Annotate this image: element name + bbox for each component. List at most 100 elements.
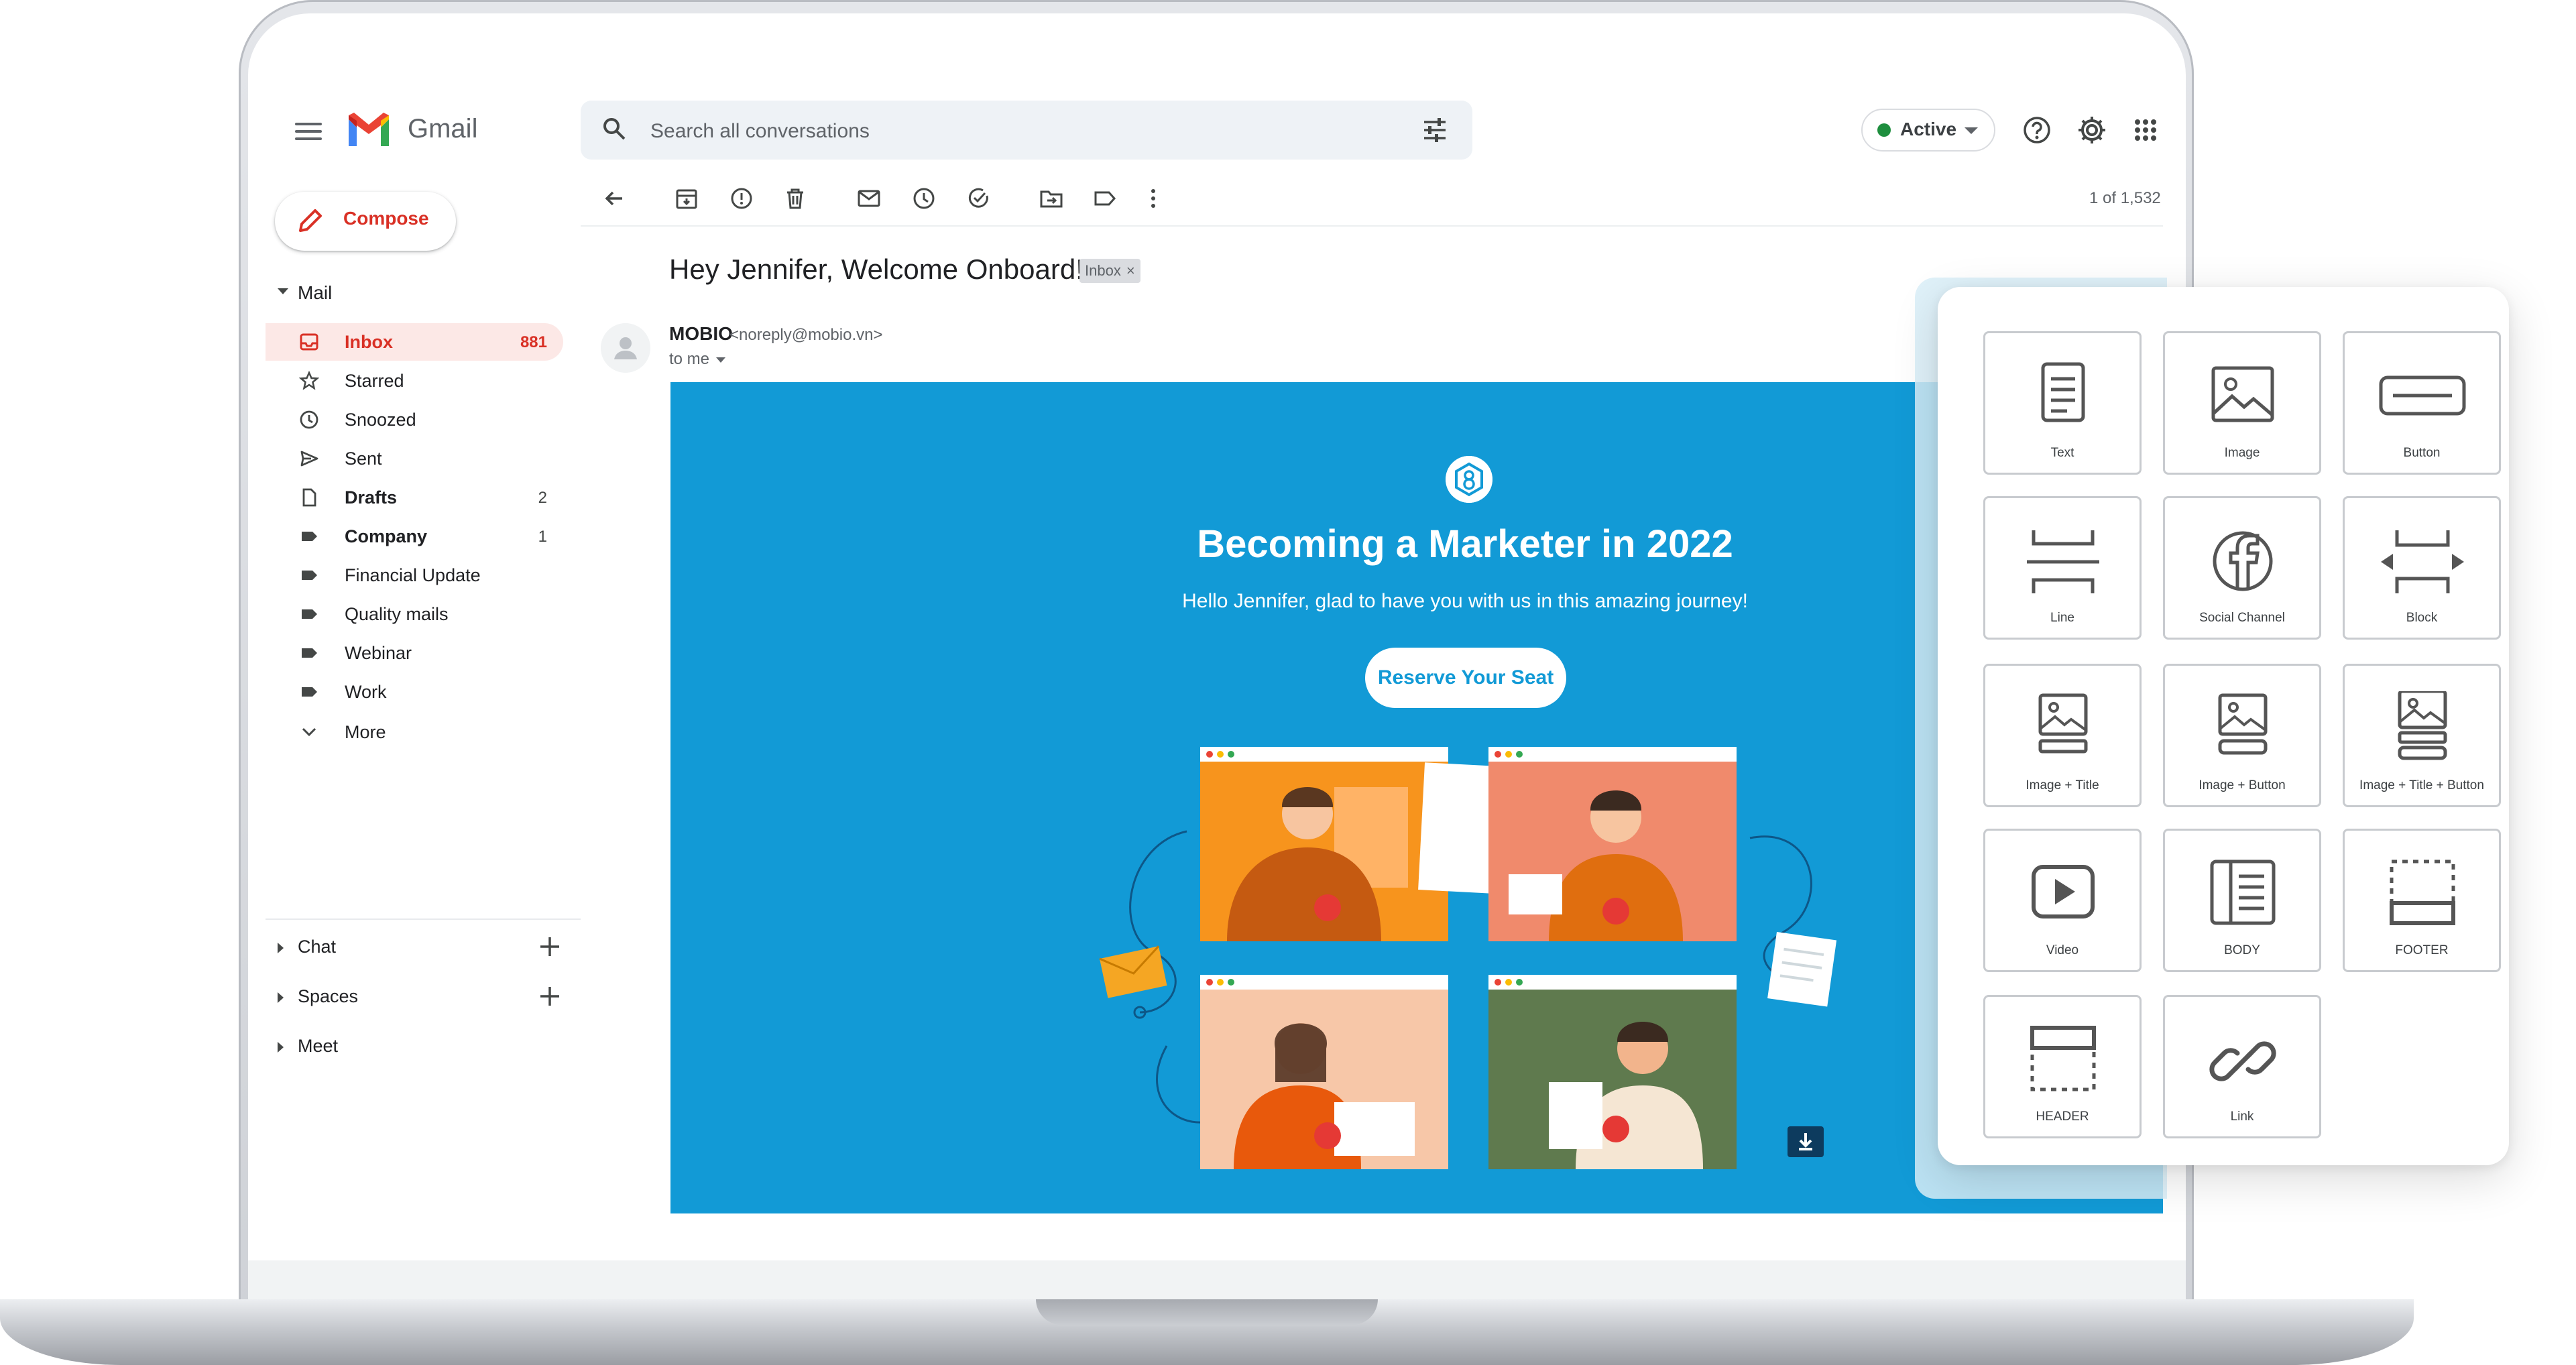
report-spam-icon[interactable]	[728, 185, 755, 212]
caret-down-icon	[1965, 127, 1978, 134]
label-icon	[302, 609, 317, 619]
sidebar-item-more[interactable]: More	[266, 713, 563, 751]
sidebar-item-label: More	[345, 722, 386, 742]
label-icon	[302, 687, 317, 697]
block-image-title[interactable]: Image + Title	[1983, 664, 2142, 807]
unread-count: 881	[520, 333, 547, 351]
block-footer[interactable]: FOOTER	[2343, 829, 2501, 972]
sidebar-item-snoozed[interactable]: Snoozed	[266, 401, 563, 438]
section-label: Meet	[298, 1036, 339, 1056]
sidebar-item-label: Sent	[345, 449, 382, 469]
add-task-icon[interactable]	[965, 185, 992, 212]
block-image-button[interactable]: Image + Button	[2163, 664, 2321, 807]
reserve-seat-button[interactable]: Reserve Your Seat	[1365, 648, 1566, 708]
caret-right-icon	[278, 992, 284, 1003]
help-icon[interactable]	[2022, 115, 2052, 145]
mark-unread-icon[interactable]	[856, 185, 882, 212]
caret-down-icon[interactable]	[278, 288, 288, 294]
search-options-icon[interactable]	[1420, 115, 1450, 145]
block-block[interactable]: Block	[2343, 496, 2501, 640]
sidebar-item-label: Snoozed	[345, 410, 416, 430]
block-label: Video	[2046, 943, 2079, 957]
block-image-title-button[interactable]: Image + Title + Button	[2343, 664, 2501, 807]
plus-icon[interactable]	[536, 933, 563, 960]
section-label: Chat	[298, 937, 337, 957]
section-label: Spaces	[298, 986, 359, 1006]
image-block-icon	[2211, 366, 2274, 422]
recipient-label: to me	[669, 350, 710, 368]
block-body[interactable]: BODY	[2163, 829, 2321, 972]
block-line[interactable]: Line	[1983, 496, 2142, 640]
plus-icon[interactable]	[536, 983, 563, 1010]
remove-label-icon[interactable]: ×	[1126, 262, 1135, 279]
block-label: Image	[2224, 446, 2260, 460]
label-icon	[302, 532, 317, 541]
block-image[interactable]: Image	[2163, 331, 2321, 475]
status-indicator	[1877, 123, 1891, 137]
pencil-icon	[299, 209, 322, 232]
block-text[interactable]: Text	[1983, 331, 2142, 475]
main-menu-icon[interactable]	[295, 119, 322, 141]
block-icon	[2381, 530, 2464, 593]
download-icon[interactable]	[1788, 1126, 1824, 1157]
sidebar-item-sent[interactable]: Sent	[266, 440, 563, 477]
label-outline-icon[interactable]	[1092, 185, 1118, 212]
sidebar-item-quality-mails[interactable]: Quality mails	[266, 595, 563, 633]
block-label: BODY	[2224, 943, 2260, 957]
block-link[interactable]: Link	[2163, 995, 2321, 1138]
more-vertical-icon[interactable]	[1140, 185, 1167, 212]
sidebar-item-label: Company	[345, 526, 428, 546]
sidebar-item-financial-update[interactable]: Financial Update	[266, 556, 563, 594]
block-button[interactable]: Button	[2343, 331, 2501, 475]
search-input[interactable]	[650, 118, 1388, 145]
block-video[interactable]: Video	[1983, 829, 2142, 972]
gmail-logo-icon	[349, 113, 389, 146]
sidebar-item-label: Inbox	[345, 332, 393, 352]
sidebar-item-label: Work	[345, 682, 387, 702]
sidebar-item-company[interactable]: Company 1	[266, 518, 563, 555]
label-icon	[302, 648, 317, 658]
block-header[interactable]: HEADER	[1983, 995, 2142, 1138]
block-label: Text	[2050, 446, 2074, 460]
sidebar-section-chat[interactable]: Chat	[275, 929, 563, 967]
block-label: HEADER	[2036, 1110, 2089, 1124]
star-icon	[299, 371, 319, 390]
caret-down-icon	[716, 357, 726, 363]
clock-icon	[300, 410, 318, 429]
sidebar-item-label: Webinar	[345, 643, 412, 663]
sidebar-item-webinar[interactable]: Webinar	[266, 634, 563, 672]
link-icon	[2209, 1041, 2276, 1081]
avatar	[601, 323, 650, 373]
sidebar-section-spaces[interactable]: Spaces	[275, 979, 563, 1016]
chevron-down-icon	[302, 727, 316, 737]
app-name: Gmail	[408, 114, 478, 143]
gear-icon[interactable]	[2076, 114, 2108, 146]
sidebar-section-meet[interactable]: Meet	[275, 1028, 563, 1066]
caret-right-icon	[278, 943, 284, 953]
archive-icon[interactable]	[673, 185, 700, 212]
search-icon[interactable]	[601, 115, 628, 142]
facebook-icon	[2213, 531, 2273, 591]
snooze-clock-icon[interactable]	[911, 185, 937, 212]
block-label: Line	[2050, 611, 2074, 625]
sidebar-item-starred[interactable]: Starred	[266, 362, 563, 400]
apps-grid-icon[interactable]	[2132, 117, 2159, 143]
move-to-icon[interactable]	[1038, 185, 1065, 212]
sidebar-divider	[266, 918, 581, 920]
toolbar-divider	[581, 225, 2163, 227]
image-button-icon	[2218, 693, 2268, 755]
back-arrow-icon[interactable]	[601, 185, 628, 212]
inbox-icon	[300, 333, 318, 351]
block-social-channel[interactable]: Social Channel	[2163, 496, 2321, 640]
trash-icon[interactable]	[782, 185, 809, 212]
video-call-illustration	[1099, 747, 1837, 1169]
pagination-label: 1 of 1,532	[2089, 189, 2161, 207]
block-label: Block	[2406, 611, 2438, 625]
sidebar-item-label: Drafts	[345, 487, 398, 508]
sidebar-item-inbox[interactable]: Inbox 881	[266, 323, 563, 361]
sidebar-item-drafts[interactable]: Drafts 2	[266, 479, 563, 516]
block-label: Button	[2403, 446, 2441, 460]
sidebar-item-work[interactable]: Work	[266, 673, 563, 711]
mobio-logo-icon	[1446, 456, 1492, 503]
recipient-details[interactable]: to me	[669, 350, 726, 369]
